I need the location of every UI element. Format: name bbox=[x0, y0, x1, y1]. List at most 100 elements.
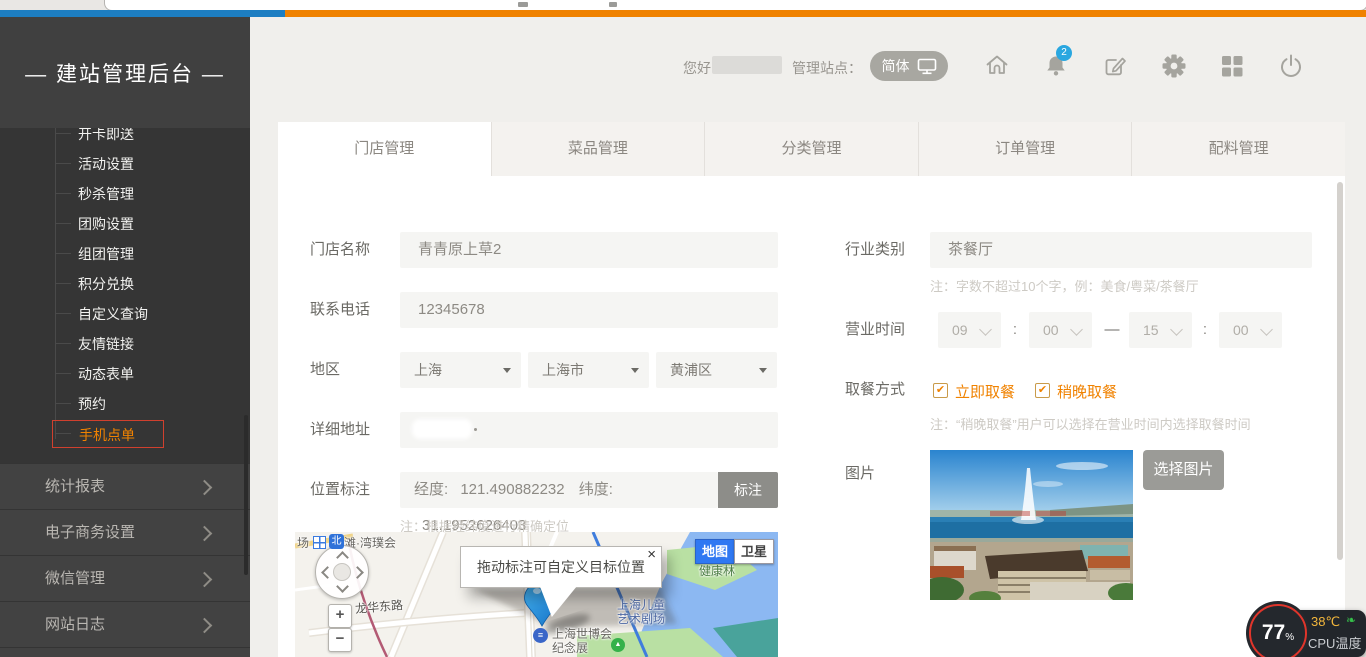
map-label-forest: 健康林 bbox=[699, 562, 735, 579]
map-pan-control[interactable] bbox=[315, 545, 369, 599]
gear-icon[interactable] bbox=[1160, 52, 1188, 80]
city-select[interactable]: 上海市 bbox=[528, 352, 649, 388]
sidebar-item-mobile-ordering-active[interactable]: 手机点单 bbox=[52, 420, 164, 448]
power-icon[interactable] bbox=[1277, 52, 1305, 80]
edit-icon[interactable] bbox=[1101, 52, 1129, 80]
pan-down-icon[interactable] bbox=[336, 580, 349, 593]
industry-label: 行业类别 bbox=[845, 232, 905, 268]
industry-note: 注：字数不超过10个字，例：美食/粤菜/茶餐厅 bbox=[930, 276, 1199, 295]
sidebar-item-label: 组团管理 bbox=[78, 244, 134, 264]
tree-tick bbox=[55, 133, 71, 134]
tab-ingredient-management[interactable]: 配料管理 bbox=[1131, 122, 1345, 176]
sidebar-scrollbar[interactable] bbox=[244, 415, 248, 575]
notification-badge: 2 bbox=[1056, 45, 1072, 61]
pickup-later-checkbox[interactable]: ✔ bbox=[1035, 383, 1050, 398]
username-redacted bbox=[712, 56, 782, 74]
accent-bar-blue bbox=[0, 10, 285, 17]
park-icon: ▲ bbox=[611, 638, 625, 652]
tab-store-management[interactable]: 门店管理 bbox=[278, 122, 491, 176]
longitude-value: 121.490882232 bbox=[460, 481, 564, 498]
phone-input[interactable]: 12345678 bbox=[400, 292, 778, 328]
tab-dish-management[interactable]: 菜品管理 bbox=[491, 122, 705, 176]
chevron-down-icon bbox=[503, 368, 511, 373]
start-hour-select[interactable]: 09 bbox=[938, 312, 1001, 348]
chevron-right-icon bbox=[197, 480, 213, 496]
city-value: 上海市 bbox=[542, 352, 584, 388]
address-bar-glyph bbox=[609, 2, 617, 7]
sidebar-item-dynamic-form[interactable]: 动态表单 bbox=[0, 362, 250, 384]
pickup-now-label[interactable]: 立即取餐 bbox=[955, 381, 1015, 402]
section-label: 微信管理 bbox=[45, 556, 105, 602]
cpu-monitor-widget[interactable]: 77 % 38℃ ❧ CPU温度 bbox=[1245, 602, 1366, 657]
province-select[interactable]: 上海 bbox=[400, 352, 521, 388]
tree-tick bbox=[55, 163, 71, 164]
address-redacted bbox=[412, 419, 472, 439]
sidebar-section-wechat[interactable]: 微信管理 bbox=[0, 555, 250, 602]
section-label: 电子商务设置 bbox=[45, 510, 135, 556]
end-hour-select[interactable]: 15 bbox=[1129, 312, 1192, 348]
sidebar-item-points-exchange[interactable]: 积分兑换 bbox=[0, 272, 250, 294]
location-input[interactable]: 经度: 121.490882232 纬度: 31.1952626403 bbox=[400, 472, 718, 508]
map-tooltip: 拖动标注可自定义目标位置 × bbox=[460, 546, 662, 588]
map-tooltip-text: 拖动标注可自定义目标位置 bbox=[461, 547, 661, 587]
tree-tick bbox=[55, 373, 71, 374]
sidebar-item-flash-sale[interactable]: 秒杀管理 bbox=[0, 182, 250, 204]
tab-category-management[interactable]: 分类管理 bbox=[704, 122, 918, 176]
pan-up-icon[interactable] bbox=[336, 551, 349, 564]
address-input[interactable] bbox=[400, 412, 778, 448]
chevron-right-icon bbox=[197, 572, 213, 588]
manage-site-label: 管理站点： bbox=[792, 58, 862, 78]
sidebar: 开卡即送 活动设置 秒杀管理 团购设置 组团管理 积分兑换 自定义查询 友情链接… bbox=[0, 17, 250, 657]
sidebar-item-activity-settings[interactable]: 活动设置 bbox=[0, 152, 250, 174]
map-mode-button[interactable]: 地图 bbox=[695, 539, 735, 564]
chevron-right-icon bbox=[197, 618, 213, 634]
time-colon: : bbox=[1197, 312, 1213, 348]
apps-grid-icon[interactable] bbox=[1218, 52, 1246, 80]
start-minute-select[interactable]: 00 bbox=[1029, 312, 1092, 348]
browser-chrome-strip bbox=[0, 0, 1366, 10]
sidebar-item-label: 团购设置 bbox=[78, 214, 134, 234]
pan-knob[interactable] bbox=[333, 563, 351, 581]
district-select[interactable]: 黄浦区 bbox=[656, 352, 777, 388]
end-minute-select[interactable]: 00 bbox=[1219, 312, 1282, 348]
start-minute-value: 00 bbox=[1043, 312, 1059, 348]
sidebar-section-site-logs[interactable]: 网站日志 bbox=[0, 601, 250, 648]
industry-input[interactable]: 茶餐厅 bbox=[930, 232, 1312, 268]
chevron-down-icon bbox=[759, 368, 767, 373]
home-icon[interactable] bbox=[983, 52, 1011, 80]
tree-tick bbox=[55, 193, 71, 194]
location-label: 位置标注 bbox=[310, 472, 370, 508]
pan-right-icon[interactable] bbox=[351, 566, 364, 579]
content-scrollbar[interactable] bbox=[1337, 182, 1343, 560]
map-zoom-in-button[interactable]: + bbox=[328, 604, 352, 628]
form-body: 门店名称 青青原上草2 联系电话 12345678 地区 上海 上海市 黄浦区 … bbox=[278, 176, 1345, 657]
sidebar-item-reservation[interactable]: 预约 bbox=[0, 392, 250, 414]
chevron-down-icon bbox=[1260, 323, 1273, 336]
store-photo[interactable] bbox=[930, 450, 1133, 600]
pickup-now-checkbox[interactable]: ✔ bbox=[933, 383, 948, 398]
sidebar-item-team-manage[interactable]: 组团管理 bbox=[0, 242, 250, 264]
end-minute-value: 00 bbox=[1233, 312, 1249, 348]
pickup-note: 注：“稍晚取餐”用户可以选择在营业时间内选择取餐时间 bbox=[930, 414, 1251, 433]
close-icon[interactable]: × bbox=[647, 547, 656, 563]
leaf-icon: ❧ bbox=[1346, 613, 1356, 627]
sidebar-item-group-buy[interactable]: 团购设置 bbox=[0, 212, 250, 234]
sidebar-item-label: 活动设置 bbox=[78, 154, 134, 174]
map-zoom-out-button[interactable]: − bbox=[328, 628, 352, 652]
address-label: 详细地址 bbox=[310, 412, 370, 448]
choose-image-button[interactable]: 选择图片 bbox=[1143, 450, 1224, 490]
tab-order-management[interactable]: 订单管理 bbox=[918, 122, 1132, 176]
chevron-right-icon bbox=[197, 526, 213, 542]
pickup-later-label[interactable]: 稍晚取餐 bbox=[1057, 381, 1117, 402]
satellite-mode-button[interactable]: 卫星 bbox=[734, 539, 774, 564]
map-widget[interactable]: 场 外滩·湾璞会 龙华东路 ≡ 上海世博会 纪念展 ▲ 健康林 上海儿童 艺术剧… bbox=[295, 532, 778, 657]
sidebar-item-friend-links[interactable]: 友情链接 bbox=[0, 332, 250, 354]
pan-left-icon[interactable] bbox=[321, 566, 334, 579]
section-label: 统计报表 bbox=[45, 464, 105, 510]
sidebar-section-statistics[interactable]: 统计报表 bbox=[0, 463, 250, 510]
sidebar-item-custom-query[interactable]: 自定义查询 bbox=[0, 302, 250, 324]
mark-location-button[interactable]: 标注 bbox=[718, 472, 778, 508]
sidebar-section-ecommerce[interactable]: 电子商务设置 bbox=[0, 509, 250, 556]
language-switch-button[interactable]: 简体 bbox=[870, 51, 948, 81]
store-name-input[interactable]: 青青原上草2 bbox=[400, 232, 778, 268]
